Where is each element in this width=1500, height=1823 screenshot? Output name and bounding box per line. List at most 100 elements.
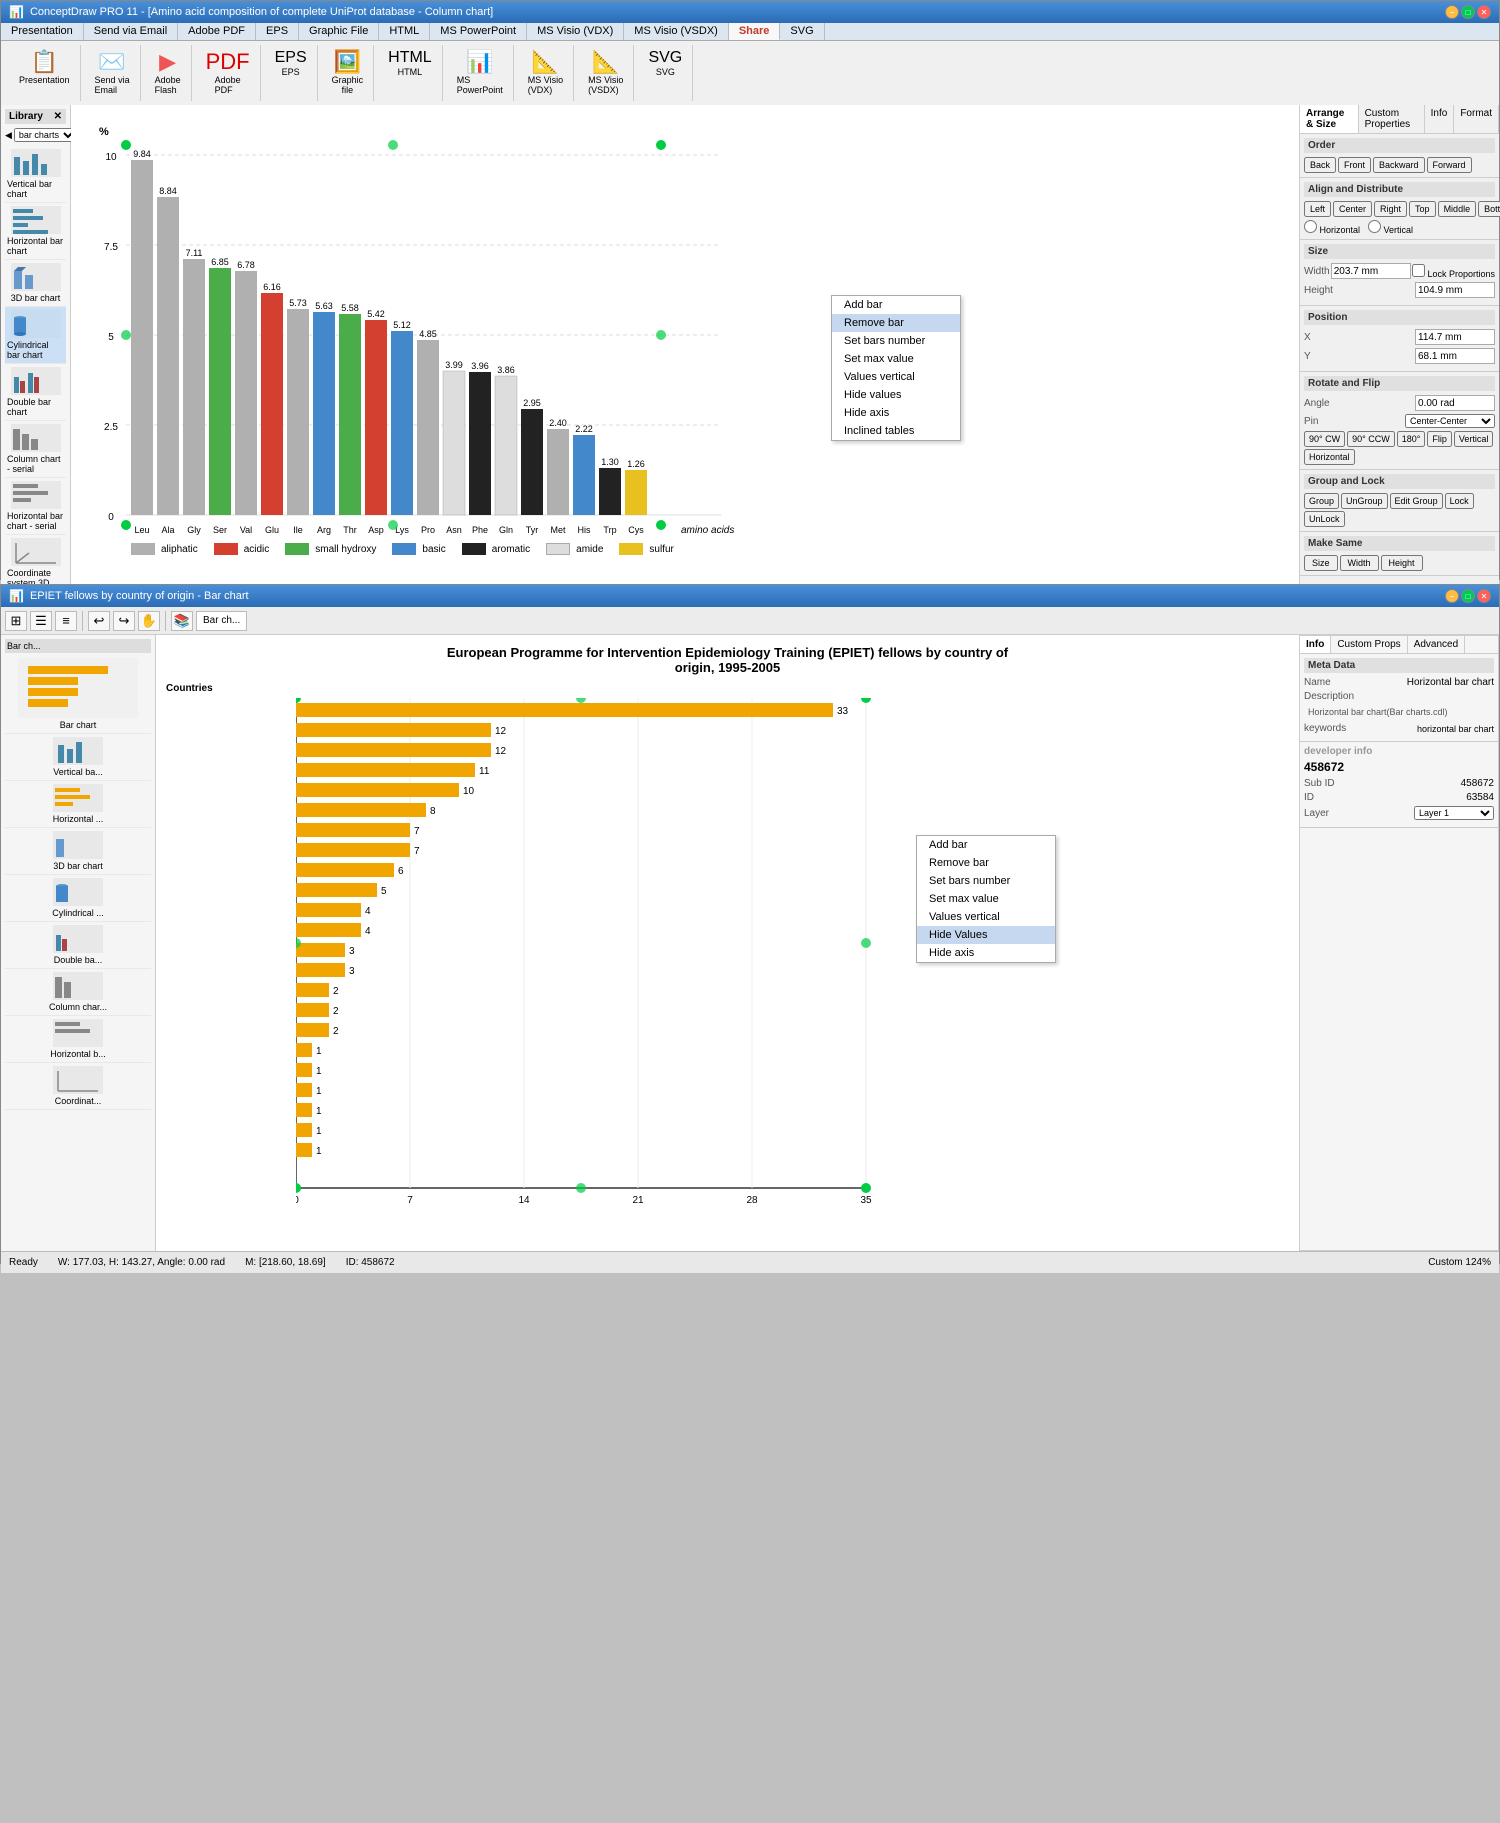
tab-custom-props[interactable]: Custom Properties: [1359, 105, 1425, 133]
tab-bottom-advanced[interactable]: Advanced: [1408, 636, 1465, 653]
pages-btn[interactable]: ☰: [30, 611, 52, 631]
ribbon-tab-eps[interactable]: EPS: [256, 23, 299, 40]
layers-btn[interactable]: ≡: [55, 611, 77, 631]
ribbon-tab-graphic[interactable]: Graphic File: [299, 23, 379, 40]
html-btn[interactable]: HTML HTML: [386, 47, 434, 79]
vertical-btn[interactable]: Vertical: [1454, 431, 1494, 447]
minimize-btn[interactable]: −: [1445, 5, 1459, 19]
height-input[interactable]: [1415, 282, 1495, 298]
bottom-sidebar-coord[interactable]: Coordinat...: [5, 1063, 151, 1110]
lock-btn[interactable]: Lock: [1445, 493, 1474, 509]
library-btn[interactable]: 📚: [171, 611, 193, 631]
back-btn[interactable]: Back: [1304, 157, 1336, 173]
ctx-b-set-max[interactable]: Set max value: [917, 890, 1055, 908]
angle-input[interactable]: [1415, 395, 1495, 411]
presentation-btn[interactable]: 📋 Presentation: [17, 47, 72, 87]
graphic-file-btn[interactable]: 🖼️ Graphicfile: [330, 47, 366, 97]
layer-select[interactable]: Layer 1: [1414, 806, 1494, 820]
ribbon-tab-ppt[interactable]: MS PowerPoint: [430, 23, 527, 40]
maximize-btn[interactable]: □: [1461, 5, 1475, 19]
bottom-close-btn[interactable]: ✕: [1477, 589, 1491, 603]
bottom-sidebar-cylindrical[interactable]: Cylindrical ...: [5, 875, 151, 922]
ctx-set-bars-number[interactable]: Set bars number: [832, 332, 960, 350]
sidebar-item-horizontal-bar[interactable]: Horizontal bar chart: [5, 203, 66, 260]
radio-horizontal[interactable]: [1304, 220, 1317, 233]
align-middle-btn[interactable]: Middle: [1438, 201, 1477, 217]
rotate-90cw-btn[interactable]: 90° CW: [1304, 431, 1345, 447]
align-top-btn[interactable]: Top: [1409, 201, 1436, 217]
same-width-btn[interactable]: Width: [1340, 555, 1379, 571]
tab-info[interactable]: Info: [1425, 105, 1455, 133]
ctx-values-vertical[interactable]: Values vertical: [832, 368, 960, 386]
align-bottom-btn[interactable]: Bottom: [1478, 201, 1500, 217]
ctx-remove-bar[interactable]: Remove bar: [832, 314, 960, 332]
sidebar-item-vertical-bar[interactable]: Vertical bar chart: [5, 146, 66, 203]
email-btn[interactable]: ✉️ Send viaEmail: [93, 47, 132, 97]
bottom-sidebar-horizontal[interactable]: Horizontal ...: [5, 781, 151, 828]
align-center-btn[interactable]: Center: [1333, 201, 1372, 217]
bottom-sidebar-horiz-serial[interactable]: Horizontal b...: [5, 1016, 151, 1063]
ctx-inclined-tables[interactable]: Inclined tables: [832, 422, 960, 440]
solutions-btn[interactable]: ⊞: [5, 611, 27, 631]
same-size-btn[interactable]: Size: [1304, 555, 1338, 571]
ungroup-btn[interactable]: UnGroup: [1341, 493, 1388, 509]
svg-btn[interactable]: SVG SVG: [646, 47, 684, 79]
library-dropdown[interactable]: bar charts: [14, 128, 77, 142]
ribbon-tab-presentation[interactable]: Presentation: [1, 23, 84, 40]
y-input[interactable]: [1415, 348, 1495, 364]
align-left-btn[interactable]: Left: [1304, 201, 1331, 217]
close-btn[interactable]: ✕: [1477, 5, 1491, 19]
top-chart-canvas[interactable]: 0 2.5 5 7.5 10 % 9.84 8.84: [71, 105, 1299, 585]
ctx-hide-values[interactable]: Hide values: [832, 386, 960, 404]
ms-visio-vdx-btn[interactable]: 📐 MS Visio(VDX): [526, 47, 565, 97]
adobe-pdf-btn[interactable]: PDF AdobePDF: [204, 47, 252, 97]
ctx-hide-axis[interactable]: Hide axis: [832, 404, 960, 422]
bar-ch-tab[interactable]: Bar ch...: [196, 611, 247, 631]
sidebar-item-cylindrical[interactable]: Cylindrical bar chart: [5, 307, 66, 364]
ribbon-tab-svg[interactable]: SVG: [780, 23, 824, 40]
pin-select[interactable]: Center-Center: [1405, 414, 1495, 428]
ms-visio-vsdx-btn[interactable]: 📐 MS Visio(VSDX): [586, 47, 625, 97]
ribbon-tab-share[interactable]: Share: [729, 23, 781, 40]
tab-format[interactable]: Format: [1454, 105, 1499, 133]
tab-bottom-custom-props[interactable]: Custom Props: [1331, 636, 1407, 653]
ctx-b-add-bar[interactable]: Add bar: [917, 836, 1055, 854]
align-right-btn[interactable]: Right: [1374, 201, 1407, 217]
ribbon-tab-html[interactable]: HTML: [379, 23, 430, 40]
bottom-chart-canvas[interactable]: European Programme for Intervention Epid…: [156, 635, 1299, 1251]
ctx-b-hide-axis[interactable]: Hide axis: [917, 944, 1055, 962]
ribbon-tab-visiox[interactable]: MS Visio (VSDX): [624, 23, 729, 40]
x-input[interactable]: [1415, 329, 1495, 345]
bottom-sidebar-bar-chart[interactable]: Bar chart: [5, 655, 151, 734]
sidebar-item-column-serial[interactable]: Column chart - serial: [5, 421, 66, 478]
bottom-sidebar-3d[interactable]: 3D bar chart: [5, 828, 151, 875]
backward-btn[interactable]: Backward: [1373, 157, 1425, 173]
eps-btn[interactable]: EPS EPS: [273, 47, 309, 79]
radio-vertical[interactable]: [1368, 220, 1381, 233]
group-btn[interactable]: Group: [1304, 493, 1339, 509]
bottom-minimize-btn[interactable]: −: [1445, 589, 1459, 603]
ribbon-tab-pdf[interactable]: Adobe PDF: [178, 23, 256, 40]
ctx-set-max-value[interactable]: Set max value: [832, 350, 960, 368]
bottom-sidebar-double[interactable]: Double ba...: [5, 922, 151, 969]
undo-btn[interactable]: ↩: [88, 611, 110, 631]
front-btn[interactable]: Front: [1338, 157, 1371, 173]
ctx-b-hide-values[interactable]: Hide Values: [917, 926, 1055, 944]
rotate-90ccw-btn[interactable]: 90° CCW: [1347, 431, 1395, 447]
sidebar-item-double-bar[interactable]: Double bar chart: [5, 364, 66, 421]
flip-btn[interactable]: Flip: [1427, 431, 1452, 447]
bottom-maximize-btn[interactable]: □: [1461, 589, 1475, 603]
horizontal-btn[interactable]: Horizontal: [1304, 449, 1355, 465]
tab-arrange-size[interactable]: Arrange & Size: [1300, 105, 1359, 133]
bottom-sidebar-column-serial[interactable]: Column char...: [5, 969, 151, 1016]
unlock-btn[interactable]: UnLock: [1304, 511, 1345, 527]
hand-btn[interactable]: ✋: [138, 611, 160, 631]
tab-bottom-info[interactable]: Info: [1300, 636, 1331, 653]
same-height-btn[interactable]: Height: [1381, 555, 1423, 571]
ribbon-tab-send[interactable]: Send via Email: [84, 23, 178, 40]
bottom-sidebar-vertical[interactable]: Vertical ba...: [5, 734, 151, 781]
ctx-b-set-bars[interactable]: Set bars number: [917, 872, 1055, 890]
sidebar-item-horiz-serial[interactable]: Horizontal bar chart - serial: [5, 478, 66, 535]
ctx-b-remove-bar[interactable]: Remove bar: [917, 854, 1055, 872]
adobe-flash-btn[interactable]: ▶ AdobeFlash: [153, 47, 183, 97]
